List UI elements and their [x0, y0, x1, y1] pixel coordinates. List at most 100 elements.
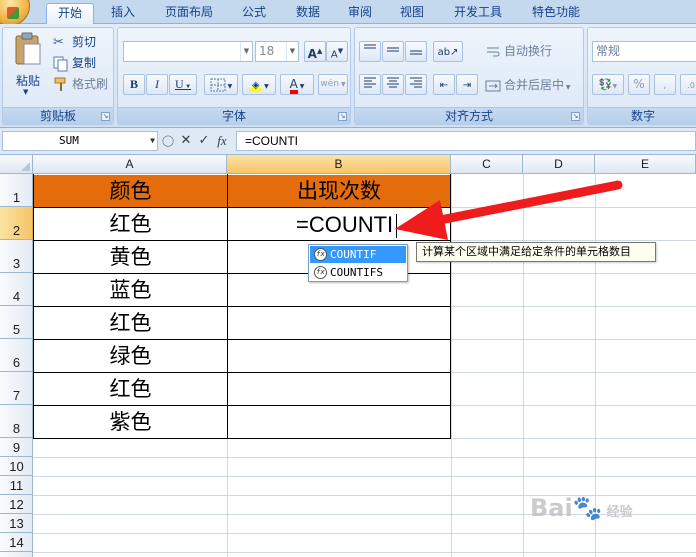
row-number: 3	[12, 256, 21, 271]
watermark-text: Bai	[530, 494, 573, 522]
insert-function-icon[interactable]: fx	[214, 132, 230, 149]
cell-b2-editing[interactable]: =COUNTI	[228, 209, 450, 241]
fill-color-button[interactable]: ◈ ▼	[242, 74, 276, 95]
cell-a2[interactable]: 红色	[34, 208, 227, 240]
font-launcher-icon[interactable]: ↘	[338, 112, 347, 121]
autocomplete-item-countifs[interactable]: fx COUNTIFS	[310, 264, 406, 281]
formula-content: =COUNTI	[245, 134, 299, 148]
cell-a1[interactable]: 颜色	[34, 175, 227, 207]
clipboard-launcher-icon[interactable]: ↘	[101, 112, 110, 121]
name-box[interactable]: SUM ▼	[2, 131, 158, 151]
formula-input[interactable]: =COUNTI	[236, 131, 696, 151]
table-border	[33, 438, 451, 439]
row-number: 7	[12, 388, 21, 403]
row-header-7[interactable]: 7	[0, 372, 33, 405]
row-header-1[interactable]: 1	[0, 174, 33, 207]
cell-a6[interactable]: 绿色	[34, 340, 227, 372]
cell-a7[interactable]: 红色	[34, 373, 227, 405]
row-header-10[interactable]: 10	[0, 457, 33, 476]
cell-b1[interactable]: 出现次数	[228, 175, 450, 207]
row-header-5[interactable]: 5	[0, 306, 33, 339]
column-header-a[interactable]: A	[33, 155, 227, 174]
tab-page-layout[interactable]: 页面布局	[156, 3, 222, 24]
cell-a5[interactable]: 红色	[34, 307, 227, 339]
row-header-4[interactable]: 4	[0, 273, 33, 306]
format-painter-button[interactable]: 格式刷	[53, 74, 108, 94]
cell-a4[interactable]: 蓝色	[34, 274, 227, 306]
paste-button[interactable]: 粘贴 ▼	[9, 32, 47, 102]
row-header-2[interactable]: 2	[0, 207, 33, 240]
currency-icon: 💱	[598, 78, 613, 91]
alignment-group: ab↗ 自动换行 ⇤ ⇥ 合并后居中 ▼ 对齐方式 ↘	[354, 27, 584, 125]
text-orientation-icon: ab↗	[437, 47, 459, 58]
cell-b2-text: =COUNTI	[296, 212, 394, 237]
align-top-button[interactable]	[359, 41, 381, 62]
wrap-text-button[interactable]: 自动换行	[485, 41, 552, 61]
row-header-11[interactable]: 11	[0, 476, 33, 495]
autocomplete-item-countif[interactable]: fx COUNTIF	[310, 246, 406, 263]
underline-button[interactable]: U ▼	[169, 74, 197, 95]
row-header-9[interactable]: 9	[0, 438, 33, 457]
percent-button[interactable]: %	[628, 74, 650, 95]
paint-bucket-icon: ◈	[249, 81, 263, 92]
column-header-e[interactable]: E	[595, 155, 696, 174]
select-all-corner[interactable]	[0, 155, 33, 174]
italic-button[interactable]: I	[146, 74, 168, 95]
cell-a3[interactable]: 黄色	[34, 241, 227, 273]
decrease-indent-button[interactable]: ⇤	[433, 74, 455, 95]
currency-button[interactable]: 💱▼	[592, 74, 624, 95]
tab-home[interactable]: 开始	[46, 3, 94, 25]
copy-button[interactable]: 复制	[53, 53, 96, 73]
shrink-font-button[interactable]: A▼	[326, 41, 348, 62]
align-middle-button[interactable]	[382, 41, 404, 62]
office-button[interactable]	[0, 0, 30, 26]
orientation-button[interactable]: ab↗	[433, 41, 463, 62]
phonetic-button[interactable]: wén ▼	[318, 74, 348, 95]
cell-a8[interactable]: 紫色	[34, 406, 227, 438]
tab-data[interactable]: 数据	[286, 3, 330, 24]
tab-formulas[interactable]: 公式	[232, 3, 276, 24]
increase-decimal-button[interactable]: .0	[680, 74, 696, 95]
row-header-6[interactable]: 6	[0, 339, 33, 372]
tab-view[interactable]: 视图	[390, 3, 434, 24]
column-header-b[interactable]: B	[227, 155, 451, 174]
merge-center-button[interactable]: 合并后居中 ▼	[485, 75, 571, 95]
row-header-15[interactable]: 15	[0, 552, 33, 557]
row-header-3[interactable]: 3	[0, 240, 33, 273]
tab-review[interactable]: 审阅	[338, 3, 382, 24]
cut-button[interactable]: ✂ 剪切	[53, 32, 96, 52]
row-header-14[interactable]: 14	[0, 533, 33, 552]
bold-button[interactable]: B	[123, 74, 145, 95]
font-size-combo[interactable]: 18 ▼	[255, 41, 299, 62]
font-name-combo[interactable]: ▼	[123, 41, 253, 62]
align-center-icon	[387, 77, 399, 88]
align-left-button[interactable]	[359, 74, 381, 95]
row-header-13[interactable]: 13	[0, 514, 33, 533]
clipboard-group-label: 剪贴板	[3, 107, 113, 124]
row-number: 9	[12, 440, 21, 455]
column-header-d[interactable]: D	[523, 155, 595, 174]
tab-special-features[interactable]: 特色功能	[522, 3, 590, 24]
increase-indent-button[interactable]: ⇥	[456, 74, 478, 95]
font-color-button[interactable]: A ▼	[280, 74, 314, 95]
alignment-launcher-icon[interactable]: ↘	[571, 112, 580, 121]
align-bottom-button[interactable]	[405, 41, 427, 62]
column-header-c[interactable]: C	[451, 155, 523, 174]
grow-font-button[interactable]: A▲	[304, 41, 326, 62]
tab-developer[interactable]: 开发工具	[444, 3, 512, 24]
formula-buttons: ◯ ✕ ✓ fx	[160, 131, 232, 151]
tab-insert[interactable]: 插入	[100, 3, 146, 24]
borders-button[interactable]: ▼	[204, 74, 238, 95]
align-right-icon	[410, 77, 422, 88]
comma-button[interactable]: ,	[654, 74, 676, 95]
cancel-icon[interactable]: ✕	[178, 132, 194, 149]
align-center-button[interactable]	[382, 74, 404, 95]
row-header-8[interactable]: 8	[0, 405, 33, 438]
align-right-button[interactable]	[405, 74, 427, 95]
number-format-combo[interactable]: 常规	[592, 41, 696, 62]
paste-dropdown-icon: ▼	[23, 88, 29, 96]
row-header-12[interactable]: 12	[0, 495, 33, 514]
clipboard-group: 粘贴 ▼ ✂ 剪切 复制 格式刷 剪贴板 ↘	[2, 27, 114, 125]
enter-icon[interactable]: ✓	[196, 132, 212, 149]
font-size-value: 18	[259, 44, 275, 58]
